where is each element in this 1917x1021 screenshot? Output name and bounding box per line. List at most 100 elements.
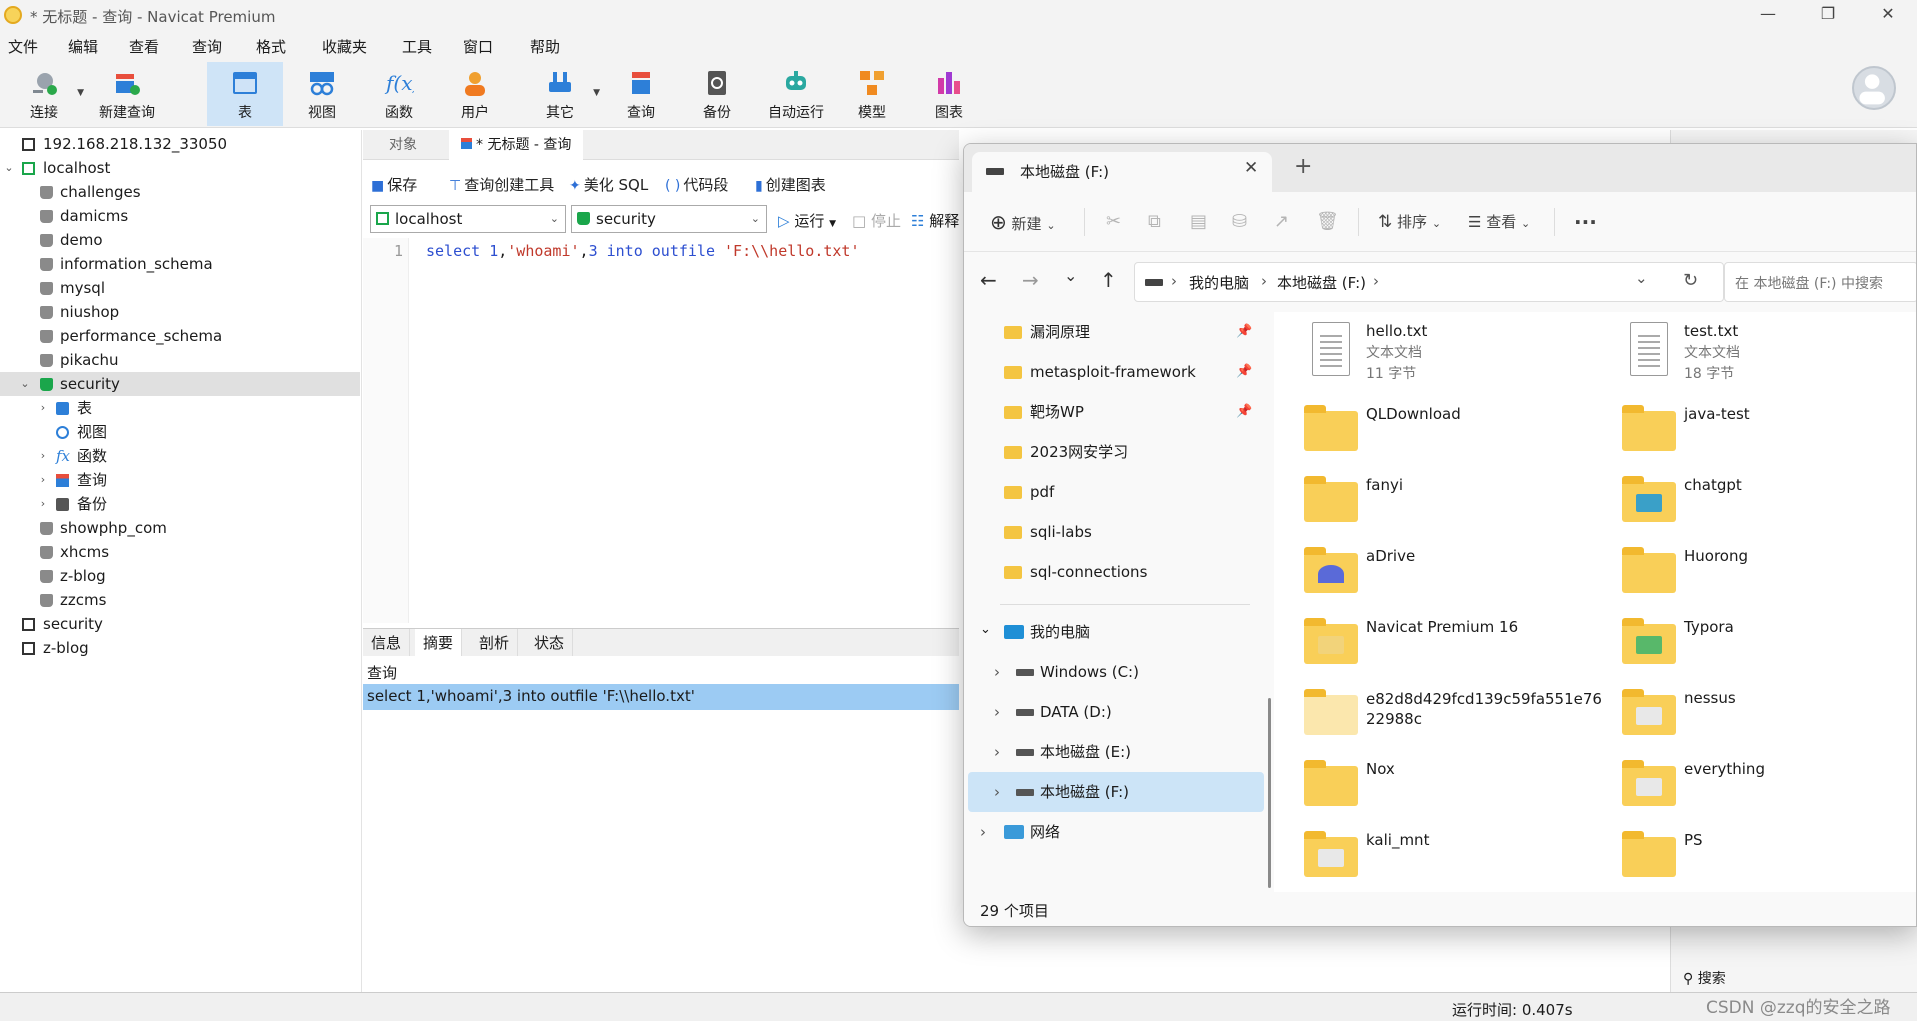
tree-item-connection[interactable]: ⌄ localhost [0,156,360,180]
quick-access-item[interactable]: 2023网安学习 [968,432,1264,472]
sort-button[interactable]: ⇅ 排序 ⌄ [1378,192,1441,252]
chevron-right-icon[interactable]: › [36,492,50,516]
connect-button[interactable]: 连接 ▼ [6,62,84,126]
tree-item-functions[interactable]: › fx 函数 [0,444,360,468]
folder-item[interactable]: PS [1622,831,1916,901]
tree-item-backups[interactable]: › 备份 [0,492,360,516]
folder-item[interactable]: java-test [1622,405,1916,475]
tab-profile[interactable]: 剖析 [471,629,519,657]
menu-favorites[interactable]: 收藏夹 [322,36,367,57]
view-button[interactable]: 视图 [284,62,360,126]
new-query-button[interactable]: 新建查询 [88,62,166,126]
maximize-button[interactable]: ❐ [1800,0,1856,30]
tree-item-database[interactable]: z-blog [0,564,360,588]
tree-item-database[interactable]: xhcms [0,540,360,564]
view-options-button[interactable]: ☰ 查看 ⌄ [1468,192,1530,252]
folder-item[interactable]: Typora [1622,618,1916,688]
tab-objects[interactable]: 对象 [377,130,429,160]
result-row[interactable]: select 1,'whoami',3 into outfile 'F:\\he… [363,684,959,710]
tab-query[interactable]: * 无标题 - 查询 [449,130,584,160]
file-item[interactable]: test.txt 文本文档 18 字节 [1622,322,1916,392]
quick-access-item[interactable]: pdf [968,472,1264,512]
address-bar[interactable]: › 我的电脑 › 本地磁盘 (F:) › ⌄ ↻ [1134,262,1724,302]
user-button[interactable]: 用户 [437,62,513,126]
menu-edit[interactable]: 编辑 [68,36,98,57]
tree-item-database[interactable]: showphp_com [0,516,360,540]
other-button[interactable]: 其它 ▼ [522,62,600,126]
create-chart-button[interactable]: ▮ 创建图表 [755,174,826,195]
connection-select[interactable]: localhost ⌄ [370,205,566,233]
chevron-down-icon[interactable]: ▼ [77,88,84,98]
tree-item-tables[interactable]: › 表 [0,396,360,420]
tab-summary[interactable]: 摘要 [415,629,463,657]
forward-icon[interactable]: → [1022,268,1039,292]
quick-access-item[interactable]: 靶场WP 📌 [968,392,1264,432]
nav-item-network[interactable]: › 网络 [968,812,1264,852]
avatar[interactable] [1852,66,1896,110]
query-button[interactable]: 查询 [603,62,679,126]
quick-access-item[interactable]: sql-connections [968,552,1264,592]
tree-item-connection[interactable]: z-blog [0,636,360,660]
refresh-icon[interactable]: ↻ [1683,270,1698,291]
folder-item[interactable]: Nox [1304,760,1604,830]
tree-item-database[interactable]: information_schema [0,252,360,276]
share-icon[interactable]: ↗ [1274,192,1289,252]
new-tab-button[interactable]: + [1294,154,1312,179]
nav-item-drive[interactable]: › Windows (C:) [968,652,1264,692]
folder-item[interactable]: fanyi [1304,476,1604,546]
quick-access-item[interactable]: 漏洞原理 📌 [968,312,1264,352]
menu-help[interactable]: 帮助 [530,36,560,57]
nav-item-drive[interactable]: › 本地磁盘 (E:) [968,732,1264,772]
tree-item-queries[interactable]: › 查询 [0,468,360,492]
search-button[interactable]: ⚲ 搜索 [1683,968,1726,988]
folder-item[interactable]: aDrive [1304,547,1604,617]
more-options-button[interactable]: ··· [1574,192,1597,252]
table-button[interactable]: 表 [207,62,283,126]
breadcrumb-drive-f[interactable]: 本地磁盘 (F:) [1277,272,1366,293]
menu-tools[interactable]: 工具 [402,36,432,57]
chevron-down-icon[interactable]: ⌄ [2,156,16,180]
chevron-down-icon[interactable]: ▼ [593,88,600,98]
tree-item-database[interactable]: pikachu [0,348,360,372]
tree-item-database[interactable]: demo [0,228,360,252]
close-tab-icon[interactable]: ✕ [1244,158,1258,178]
tree-item-database[interactable]: mysql [0,276,360,300]
explorer-search-input[interactable]: 在 本地磁盘 (F:) 中搜索 [1724,262,1916,302]
code-snippet-button[interactable]: ( ) 代码段 [665,174,728,195]
auto-run-button[interactable]: 自动运行 [756,62,836,126]
new-item-button[interactable]: ⊕ 新建 ⌄ [990,192,1056,252]
folder-item[interactable]: Huorong [1622,547,1916,617]
menu-window[interactable]: 窗口 [463,36,493,57]
folder-item[interactable]: QLDownload [1304,405,1604,475]
folder-item[interactable]: nessus [1622,689,1916,759]
chart-button[interactable]: 图表 [911,62,987,126]
sql-editor[interactable]: 1 select 1,'whoami',3 into outfile 'F:\\… [363,238,959,623]
tree-item-views[interactable]: 视图 [0,420,360,444]
folder-item[interactable]: kali_mnt [1304,831,1604,901]
tab-info[interactable]: 信息 [363,629,411,657]
folder-item[interactable]: everything [1622,760,1916,830]
file-item[interactable]: hello.txt 文本文档 11 字节 [1304,322,1604,392]
chevron-down-icon[interactable]: ⌄ [18,372,32,396]
explain-button[interactable]: ☷ 解释 [911,210,959,231]
folder-item[interactable]: chatgpt [1622,476,1916,546]
tab-status[interactable]: 状态 [526,629,574,657]
folder-item[interactable]: e82d8d429fcd139c59fa551e7622988c [1304,689,1604,759]
backup-button[interactable]: 备份 [679,62,755,126]
menu-format[interactable]: 格式 [256,36,286,57]
tree-item-database[interactable]: damicms [0,204,360,228]
query-builder-button[interactable]: ⊤ 查询创建工具 [449,174,554,195]
tree-item-database[interactable]: performance_schema [0,324,360,348]
tree-item-database[interactable]: challenges [0,180,360,204]
tree-item-database-selected[interactable]: ⌄ security [0,372,360,396]
run-button[interactable]: ▷ 运行 ▼ [778,210,836,231]
explorer-tab[interactable]: 本地磁盘 (F:) ✕ [972,152,1272,192]
close-window-button[interactable]: ✕ [1860,0,1916,30]
nav-scrollbar[interactable] [1268,698,1271,888]
chevron-right-icon[interactable]: › [36,468,50,492]
nav-item-this-pc[interactable]: ⌄ 我的电脑 [968,612,1264,652]
model-button[interactable]: 模型 [834,62,910,126]
menu-view[interactable]: 查看 [129,36,159,57]
address-history-chevron-icon[interactable]: ⌄ [1635,269,1648,287]
quick-access-item[interactable]: metasploit-framework 📌 [968,352,1264,392]
